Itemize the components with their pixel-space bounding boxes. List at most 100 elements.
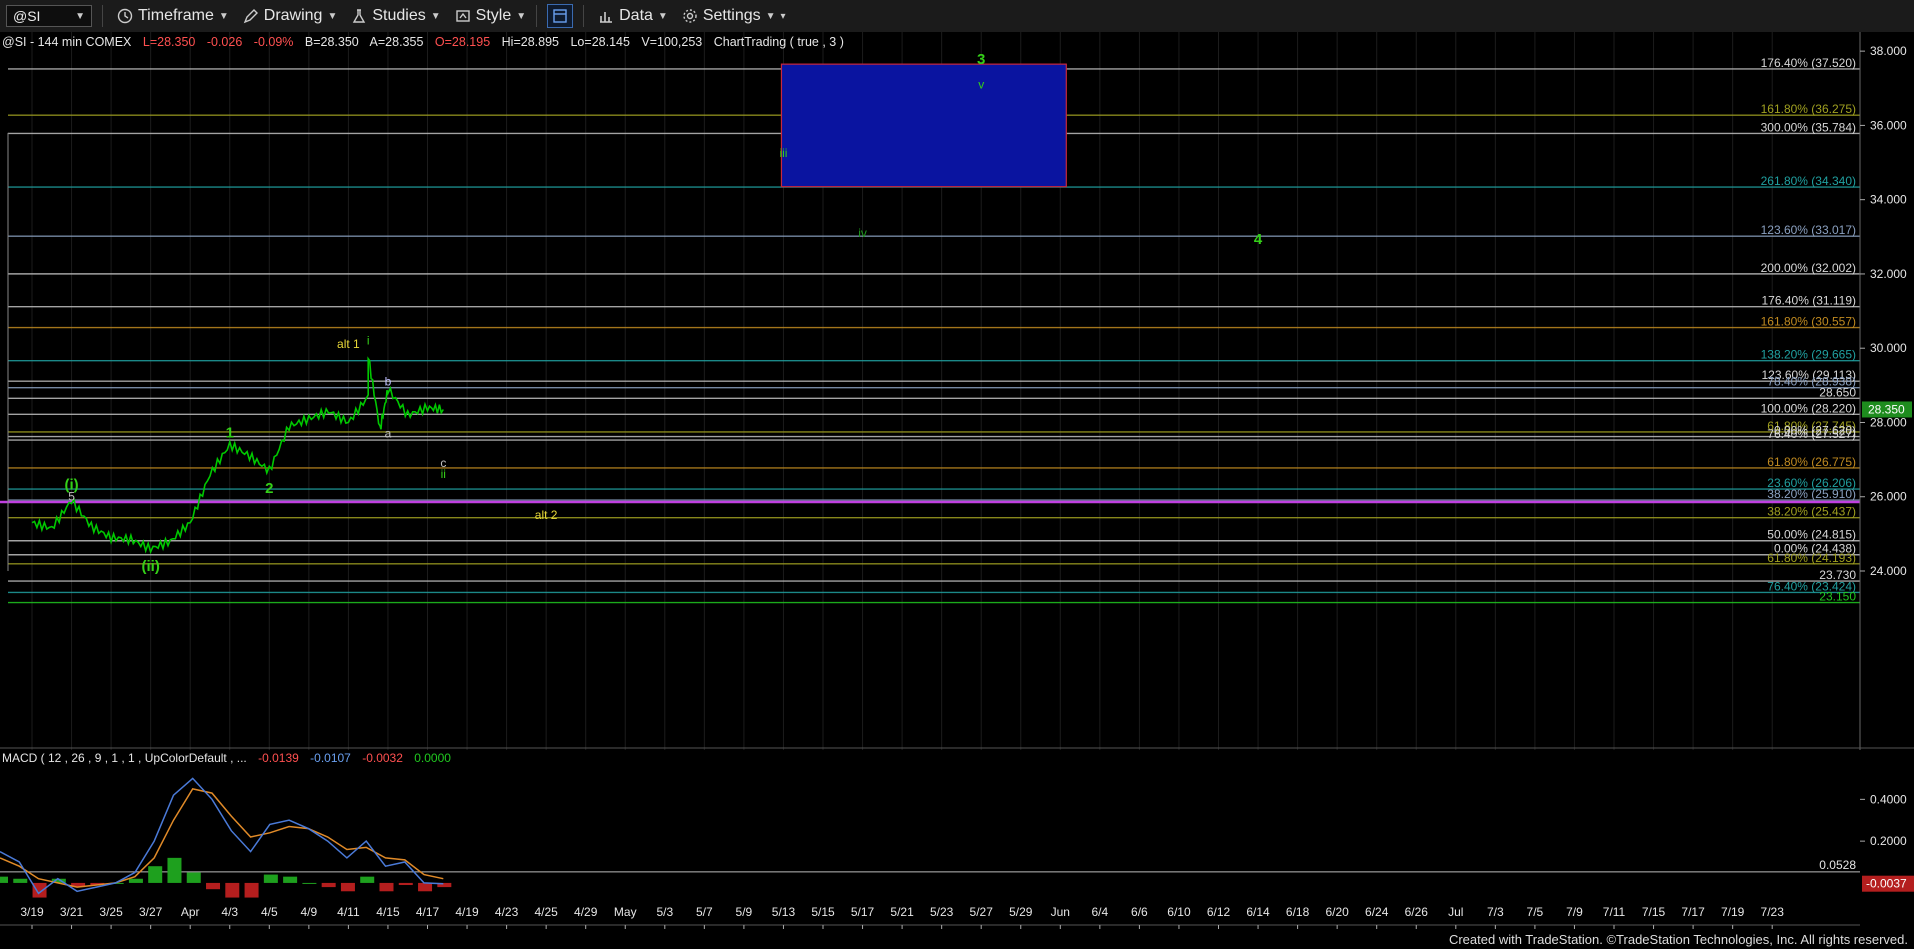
wave-label: 5	[68, 489, 75, 503]
time-tick-label: 4/5	[261, 905, 278, 919]
study-label: ChartTrading ( true , 3 )	[714, 35, 844, 49]
volume: V=100,253	[641, 35, 702, 49]
overflow-caret-icon: ▾	[780, 10, 786, 22]
fib-level-label: 261.80% (34.340)	[1761, 174, 1856, 188]
time-tick-label: 4/3	[221, 905, 238, 919]
wave-label: 2	[265, 480, 273, 497]
layout-toggle-button[interactable]	[547, 4, 574, 28]
wave-label: iv	[858, 226, 867, 240]
fib-level-label: 300.00% (35.784)	[1761, 120, 1856, 134]
net-change: -0.026	[207, 35, 242, 49]
macd-histogram-bar	[398, 882, 413, 886]
symbol-line: @SI - 144 min COMEX	[2, 35, 132, 49]
macd-histogram-bar	[321, 882, 336, 888]
time-tick-label: Jul	[1448, 905, 1463, 919]
time-tick-label: 6/24	[1365, 905, 1389, 919]
macd-diff: -0.0032	[362, 751, 403, 765]
open-price: O=28.195	[435, 35, 490, 49]
fib-level-label: 38.20% (25.437)	[1767, 505, 1856, 519]
style-button[interactable]: Style ▼	[455, 7, 526, 25]
wave-label: 3	[977, 51, 985, 68]
wave-label: iii	[779, 146, 787, 160]
timeframe-button[interactable]: Timeframe ▼	[117, 7, 229, 25]
price-tick-label: 30.000	[1870, 341, 1907, 355]
toolbar-divider	[536, 5, 538, 27]
macd-last-label: -0.0037	[1866, 877, 1907, 891]
macd-histogram-bar	[225, 882, 240, 898]
time-tick-label: 4/17	[416, 905, 440, 919]
time-tick-label: 6/10	[1167, 905, 1191, 919]
macd-level-label: 0.0528	[1819, 858, 1856, 872]
settings-button[interactable]: Settings ▼ ▾	[682, 7, 786, 25]
time-tick-label: 7/23	[1761, 905, 1785, 919]
macd-histogram-bar	[186, 872, 201, 883]
time-tick-label: 5/29	[1009, 905, 1033, 919]
time-tick-label: 5/3	[656, 905, 673, 919]
chevron-down-icon: ▼	[765, 10, 776, 22]
toolbar: @SI ▼ Timeframe ▼ Drawing ▼ Studies ▼ St…	[0, 0, 1914, 33]
macd-histogram-bar	[283, 876, 298, 883]
time-tick-label: 6/26	[1405, 905, 1429, 919]
fib-level-label: 123.60% (33.017)	[1761, 223, 1856, 237]
time-tick-label: 6/6	[1131, 905, 1148, 919]
time-tick-label: 3/19	[20, 905, 44, 919]
macd-histogram-bar	[0, 876, 8, 883]
macd-histogram-bar	[32, 882, 47, 898]
chart-header: @SI - 144 min COMEX L=28.350 -0.026 -0.0…	[2, 35, 844, 49]
time-tick-label: 4/15	[376, 905, 400, 919]
time-tick-label: 4/29	[574, 905, 598, 919]
studies-button[interactable]: Studies ▼	[351, 7, 441, 25]
clock-icon	[117, 8, 133, 24]
wave-label: alt 1	[337, 337, 360, 351]
macd-histogram-bar	[340, 882, 355, 892]
last-price: L=28.350	[143, 35, 196, 49]
macd-histogram-bar	[379, 882, 394, 892]
pencil-icon	[243, 9, 258, 24]
time-tick-label: 6/20	[1325, 905, 1349, 919]
macd-histogram-bar	[128, 878, 143, 883]
time-tick-label: 5/7	[696, 905, 713, 919]
time-tick-label: 4/9	[301, 905, 318, 919]
time-tick-label: 6/14	[1246, 905, 1270, 919]
symbol-value: @SI	[13, 8, 41, 24]
time-tick-label: 7/15	[1642, 905, 1666, 919]
data-button[interactable]: Data ▼	[598, 7, 668, 25]
symbol-input[interactable]: @SI ▼	[6, 5, 92, 27]
price-tick-label: 28.000	[1870, 415, 1907, 429]
chevron-down-icon: ▼	[430, 10, 441, 22]
flask-icon	[353, 9, 366, 23]
time-tick-label: 7/9	[1566, 905, 1583, 919]
time-tick-label: Jun	[1051, 905, 1070, 919]
data-label: Data	[619, 7, 653, 24]
high-price: Hi=28.895	[502, 35, 559, 49]
gear-icon	[683, 9, 697, 23]
ask-price: A=28.355	[370, 35, 424, 49]
wave-label: i	[367, 333, 370, 347]
macd-histogram-bar	[148, 866, 163, 883]
wave-label: v	[978, 77, 984, 91]
chevron-down-icon: ▼	[657, 10, 668, 22]
price-tick-label: 38.000	[1870, 44, 1907, 58]
macd-header: MACD ( 12 , 26 , 9 , 1 , 1 , UpColorDefa…	[2, 751, 451, 765]
macd-value: -0.0139	[258, 751, 299, 765]
price-tick-label: 36.000	[1870, 118, 1907, 132]
price-tick-label: 24.000	[1870, 564, 1907, 578]
time-tick-label: 5/17	[851, 905, 875, 919]
time-tick-label: 7/5	[1527, 905, 1544, 919]
low-price: Lo=28.145	[570, 35, 629, 49]
studies-label: Studies	[372, 7, 426, 24]
time-tick-label: 3/21	[60, 905, 84, 919]
time-tick-label: May	[614, 905, 637, 919]
macd-histogram-bar	[263, 874, 278, 883]
macd-zero: 0.0000	[414, 751, 451, 765]
time-tick-label: 5/9	[736, 905, 753, 919]
style-icon	[455, 10, 470, 22]
price-chart[interactable]: 176.40% (37.520) 161.80% (36.275) 300.00% …	[0, 32, 1914, 949]
last-price-label: 28.350	[1868, 402, 1905, 416]
time-tick-label: 7/3	[1487, 905, 1504, 919]
time-tick-label: 5/13	[772, 905, 796, 919]
time-tick-label: 3/27	[139, 905, 163, 919]
drawing-button[interactable]: Drawing ▼	[243, 7, 337, 25]
fib-level-label: 176.40% (37.520)	[1761, 56, 1856, 70]
target-box[interactable]	[780, 63, 1067, 188]
